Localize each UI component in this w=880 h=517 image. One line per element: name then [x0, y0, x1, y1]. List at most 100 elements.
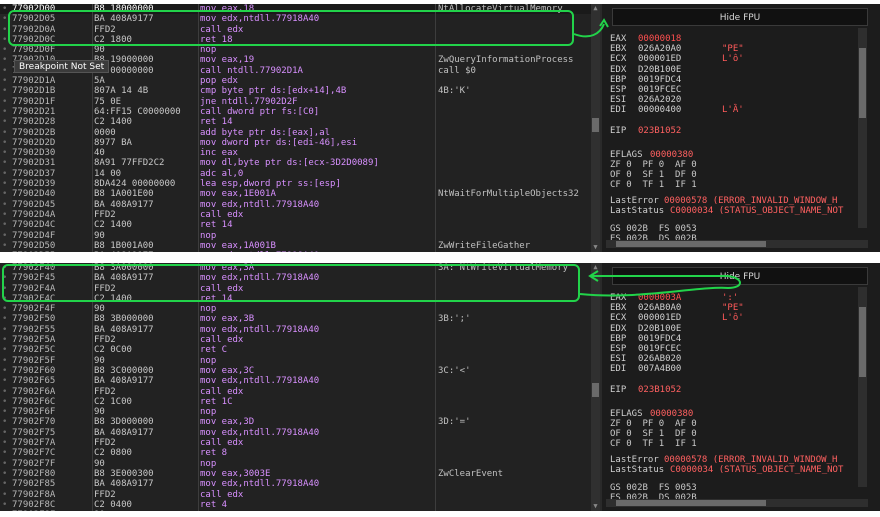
disassembly-row[interactable]: • 77902D1F 75 0E jne ntdll.77902D2F [0, 97, 591, 107]
register-edi[interactable]: EDI 007A4B00 [610, 364, 681, 374]
disassembly-row[interactable]: • 77902D28 C2 1400 ret 14 [0, 117, 591, 127]
last-error[interactable]: LastError 00000578 (ERROR_INVALID_WINDOW_… [610, 196, 837, 206]
registers-scrollbar[interactable] [858, 287, 867, 487]
disassembly-row[interactable]: • 77902D1B 807A 14 4B cmp byte ptr ds:[edx+… [0, 86, 591, 96]
disassembly-row[interactable]: • 77902D4A FFD2 call edx [0, 210, 591, 220]
disassembly-row[interactable]: • 77902D40 B8 1A001E00 mov eax,1E001A NtWait… [0, 189, 591, 199]
scroll-thumb[interactable] [592, 383, 599, 397]
register-value[interactable]: 023B1052 [638, 126, 681, 136]
disassembly-row[interactable]: • 77902F5C C2 0C00 ret C [0, 345, 591, 355]
disassembly-row[interactable]: • 77902F4F 90 nop [0, 304, 591, 314]
register-value[interactable]: 0019FCEC [638, 344, 681, 354]
register-value[interactable]: 000001ED [638, 313, 681, 323]
disassembly-row[interactable]: • 77902F6F 90 nop [0, 407, 591, 417]
scroll-thumb[interactable] [859, 307, 866, 377]
disassembly-row[interactable]: • 77902F6C C2 1C00 ret 1C [0, 397, 591, 407]
register-ebp[interactable]: EBP 0019FDC4 [610, 75, 681, 85]
register-esp[interactable]: ESP 0019FCEC [610, 344, 681, 354]
flag-row[interactable]: CF 0 TF 1 IF 1 [610, 180, 697, 190]
last-error[interactable]: LastError 00000578 (ERROR_INVALID_WINDOW_… [610, 455, 837, 465]
registers-horizontal-scrollbar[interactable] [606, 499, 868, 507]
disassembly-row[interactable]: • 77902F65 BA 408A9177 mov edx,ntdll.77918A… [0, 376, 591, 386]
scroll-thumb[interactable] [859, 48, 866, 118]
disassembly-row[interactable]: • 77902F8A FFD2 call edx [0, 490, 591, 500]
disassembly-row[interactable]: • 77902F8C C2 0400 ret 4 [0, 500, 591, 510]
disassembly-row[interactable]: •77902D55 BA 408A9177 mov edx,ntdll.77918A… [0, 251, 591, 252]
scroll-down-icon[interactable]: ▼ [591, 243, 600, 252]
register-value[interactable]: 0019FDC4 [638, 75, 681, 85]
register-value[interactable]: 00000578 (ERROR_INVALID_WINDOW_H [664, 455, 837, 465]
disassembly-row[interactable]: •77902F8F 90 nop [0, 510, 591, 511]
register-value[interactable]: 00000400 [638, 105, 681, 115]
disassembly-row[interactable]: • 77902D21 64:FF15 C0000000 call dword ptr … [0, 107, 591, 117]
flag-row[interactable]: ZF 0 PF 0 AF 0 [610, 419, 697, 429]
scroll-thumb[interactable] [616, 500, 766, 506]
register-value[interactable]: 026A2020 [638, 95, 681, 105]
register-edx[interactable]: EDX D20B100E [610, 65, 681, 75]
segment-registers[interactable]: GS 002B FS 0053 [610, 224, 697, 234]
disassembly-row[interactable]: • 77902F7F 90 nop [0, 459, 591, 469]
scroll-thumb[interactable] [592, 118, 599, 132]
register-eip[interactable]: EIP 023B1052 [610, 126, 681, 136]
register-value[interactable]: C0000034 (STATUS_OBJECT_NAME_NOT [670, 465, 843, 475]
register-value[interactable]: 026AB020 [638, 354, 681, 364]
disassembly-row[interactable]: • 77902D2D 8977 BA mov dword ptr ds:[edi-46… [0, 138, 591, 148]
flag-row[interactable]: ZF 0 PF 0 AF 0 [610, 160, 697, 170]
registers-horizontal-scrollbar[interactable] [606, 240, 868, 248]
disassembly-row[interactable]: • 77902F55 BA 408A9177 mov edx,ntdll.77918A… [0, 325, 591, 335]
disassembly-row[interactable]: • 77902F85 BA 408A9177 mov edx,ntdll.77918A… [0, 479, 591, 489]
disassembly-row[interactable]: • 77902D0F 90 nop [0, 45, 591, 55]
disassembly-row[interactable]: • 77902F7C C2 0800 ret 8 [0, 448, 591, 458]
disassembly-row[interactable]: • 77902D37 14 00 adc al,0 [0, 169, 591, 179]
registers-scrollbar[interactable] [858, 28, 867, 228]
register-value[interactable]: C0000034 (STATUS_OBJECT_NAME_NOT [670, 206, 843, 216]
flag-row[interactable]: OF 0 SF 1 DF 0 [610, 429, 697, 439]
disassembly-row[interactable]: • 77902D39 8DA424 00000000 lea esp,dword pt… [0, 179, 591, 189]
disassembly-row[interactable]: • 77902D4C C2 1400 ret 14 [0, 220, 591, 230]
register-value[interactable]: 00000380 [650, 150, 693, 160]
disassembly-row[interactable]: • 77902D31 8A91 77FFD2C2 mov dl,byte ptr ds… [0, 158, 591, 168]
disassembly-row[interactable]: • 77902F5A FFD2 call edx [0, 335, 591, 345]
scroll-thumb[interactable] [616, 241, 766, 247]
register-value[interactable]: 00000380 [650, 409, 693, 419]
register-esp[interactable]: ESP 0019FCEC [610, 85, 681, 95]
disassembly-row[interactable]: • 77902F70 B8 3D000000 mov eax,3D 3D:'=' [0, 417, 591, 427]
register-value[interactable]: 000001ED [638, 54, 681, 64]
register-value[interactable]: D20B100E [638, 324, 681, 334]
register-eflags[interactable]: EFLAGS 00000380 [610, 150, 693, 160]
register-value[interactable]: 0019FDC4 [638, 334, 681, 344]
disassembly-row[interactable]: • 77902D50 B8 1B001A00 mov eax,1A001B ZwWrit… [0, 241, 591, 251]
register-value[interactable]: 0019FCEC [638, 85, 681, 95]
register-value[interactable]: 00000578 (ERROR_INVALID_WINDOW_H [664, 196, 837, 206]
register-value[interactable]: 007A4B00 [638, 364, 681, 374]
register-ecx[interactable]: ECX 000001ED L'ô' [610, 313, 744, 323]
disassembly-row[interactable]: • 77902D2B 0000 add byte ptr ds:[eax],al [0, 128, 591, 138]
register-value[interactable]: 023B1052 [638, 385, 681, 395]
disassembly-row[interactable]: • 77902F75 BA 408A9177 mov edx,ntdll.77918A… [0, 428, 591, 438]
disassembly-row[interactable]: • 77902F6A FFD2 call edx [0, 387, 591, 397]
register-value[interactable]: 026A20A0 [638, 44, 681, 54]
disassembly-row[interactable]: • 77902D30 40 inc eax [0, 148, 591, 158]
register-eip[interactable]: EIP 023B1052 [610, 385, 681, 395]
disassembly-row[interactable]: • 77902F5F 90 nop [0, 356, 591, 366]
disassembly-row[interactable]: • 77902D1A 5A pop edx [0, 76, 591, 86]
register-value[interactable]: D20B100E [638, 65, 681, 75]
register-ebx[interactable]: EBX 026AB0A0 "PE" [610, 303, 744, 313]
register-value[interactable]: 026AB0A0 [638, 303, 681, 313]
register-ebp[interactable]: EBP 0019FDC4 [610, 334, 681, 344]
segment-registers[interactable]: GS 002B FS 0053 [610, 483, 697, 493]
disassembly-row[interactable]: • 77902F7A FFD2 call edx [0, 438, 591, 448]
disassembly-row[interactable]: • 77902F60 B8 3C000000 mov eax,3C 3C:'<' [0, 366, 591, 376]
register-value[interactable]: 00000018 [638, 34, 681, 44]
disassembly-row[interactable]: • 77902D45 BA 408A9177 mov edx,ntdll.77918A… [0, 200, 591, 210]
register-eflags[interactable]: EFLAGS 00000380 [610, 409, 693, 419]
register-edx[interactable]: EDX D20B100E [610, 324, 681, 334]
disassembly-row[interactable]: • 77902F80 B8 3E000300 mov eax,3003E ZwClear… [0, 469, 591, 479]
disassembly-row[interactable]: • 77902D4F 90 nop [0, 231, 591, 241]
disassembly-row[interactable]: • 77902F50 B8 3B000000 mov eax,3B 3B:';' [0, 314, 591, 324]
scroll-down-icon[interactable]: ▼ [591, 502, 600, 511]
register-ecx[interactable]: ECX 000001ED L'ô' [610, 54, 744, 64]
flag-row[interactable]: OF 0 SF 1 DF 0 [610, 170, 697, 180]
last-status[interactable]: LastStatus C0000034 (STATUS_OBJECT_NAME_N… [610, 465, 843, 475]
register-esi[interactable]: ESI 026A2020 [610, 95, 681, 105]
